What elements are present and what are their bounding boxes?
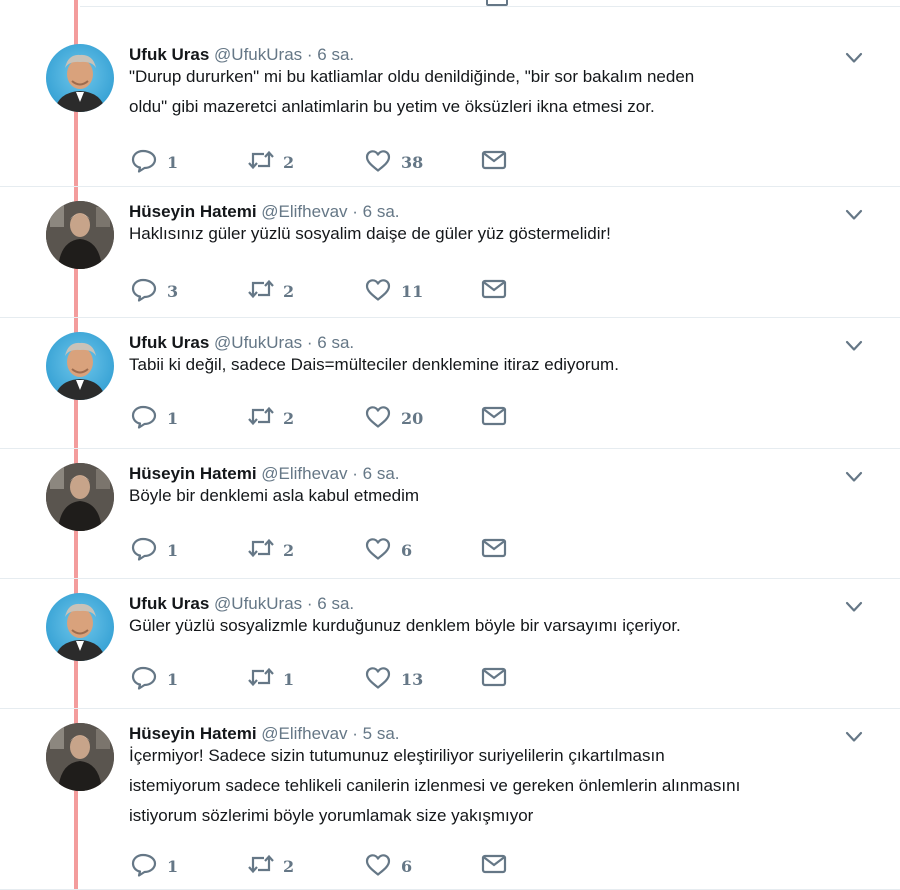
reply-count: 3 bbox=[167, 281, 179, 301]
tweet[interactable]: Ufuk Uras @UfukUras · 6 sa. "Durup durur… bbox=[0, 8, 900, 187]
tweet-actions: 1 2 6 bbox=[129, 853, 549, 879]
reply-icon bbox=[131, 666, 159, 692]
reply-icon bbox=[131, 405, 159, 431]
avatar[interactable] bbox=[46, 44, 114, 112]
avatar[interactable] bbox=[46, 332, 114, 400]
retweet-button[interactable]: 2 bbox=[247, 149, 294, 175]
tweet-text: Böyle bir denklemi asla kabul etmedim bbox=[129, 486, 420, 505]
direct-message-button[interactable] bbox=[481, 537, 509, 563]
heart-icon bbox=[365, 149, 393, 175]
like-button[interactable]: 13 bbox=[365, 666, 423, 692]
retweet-count: 2 bbox=[283, 856, 295, 876]
direct-message-button[interactable] bbox=[481, 405, 509, 431]
reply-count: 1 bbox=[167, 540, 179, 560]
reply-button[interactable]: 3 bbox=[131, 278, 178, 304]
retweet-icon bbox=[247, 537, 275, 563]
reply-count: 1 bbox=[167, 152, 179, 172]
heart-icon bbox=[365, 853, 393, 879]
tweet[interactable]: Hüseyin Hatemi @Elifhevav · 5 sa. İçermi… bbox=[0, 709, 900, 890]
avatar[interactable] bbox=[46, 723, 114, 791]
retweet-icon bbox=[247, 666, 275, 692]
like-button[interactable]: 38 bbox=[365, 149, 423, 175]
tweet-actions: 1 2 38 bbox=[129, 149, 549, 175]
reply-icon bbox=[131, 149, 159, 175]
retweet-icon bbox=[247, 853, 275, 879]
like-button[interactable]: 6 bbox=[365, 537, 412, 563]
tweet-actions: 1 1 13 bbox=[129, 666, 549, 692]
avatar[interactable] bbox=[46, 593, 114, 661]
heart-icon bbox=[365, 537, 393, 563]
like-button[interactable]: 11 bbox=[365, 278, 423, 304]
tweet-text: "Durup dururken" mi bu katliamlar oldu d… bbox=[129, 67, 695, 116]
avatar[interactable] bbox=[46, 201, 114, 269]
like-count: 11 bbox=[401, 281, 424, 301]
direct-message-button[interactable] bbox=[481, 149, 509, 175]
envelope-icon bbox=[481, 405, 509, 431]
retweet-button[interactable]: 1 bbox=[247, 666, 294, 692]
envelope-icon bbox=[481, 537, 509, 563]
retweet-count: 1 bbox=[283, 669, 295, 689]
retweet-icon bbox=[247, 278, 275, 304]
tweet[interactable]: Hüseyin Hatemi @Elifhevav · 6 sa. Haklıs… bbox=[0, 187, 900, 318]
like-button[interactable]: 6 bbox=[365, 853, 412, 879]
tweet[interactable]: Ufuk Uras @UfukUras · 6 sa. Tabii ki değ… bbox=[0, 318, 900, 449]
reply-icon bbox=[131, 278, 159, 304]
like-count: 13 bbox=[401, 669, 424, 689]
tweet-actions: 1 2 20 bbox=[129, 405, 549, 431]
heart-icon bbox=[365, 278, 393, 304]
envelope-icon bbox=[481, 278, 509, 304]
retweet-count: 2 bbox=[283, 408, 295, 428]
thread-line bbox=[74, 0, 78, 8]
avatar[interactable] bbox=[46, 463, 114, 531]
reply-icon bbox=[131, 853, 159, 879]
like-button[interactable]: 20 bbox=[365, 405, 423, 431]
envelope-icon bbox=[481, 666, 509, 692]
direct-message-button[interactable] bbox=[481, 853, 509, 879]
retweet-icon bbox=[247, 405, 275, 431]
tweet-text: İçermiyor! Sadece sizin tutumunuz eleşti… bbox=[129, 746, 741, 825]
divider bbox=[80, 6, 900, 7]
direct-message-button[interactable] bbox=[481, 666, 509, 692]
tweet[interactable]: Hüseyin Hatemi @Elifhevav · 6 sa. Böyle … bbox=[0, 449, 900, 579]
reply-count: 1 bbox=[167, 669, 179, 689]
retweet-count: 2 bbox=[283, 540, 295, 560]
retweet-icon bbox=[247, 149, 275, 175]
retweet-count: 2 bbox=[283, 281, 295, 301]
tweet[interactable]: Ufuk Uras @UfukUras · 6 sa. Güler yüzlü … bbox=[0, 579, 900, 709]
retweet-button[interactable]: 2 bbox=[247, 278, 294, 304]
previous-tweet-edge bbox=[0, 0, 900, 8]
retweet-count: 2 bbox=[283, 152, 295, 172]
retweet-button[interactable]: 2 bbox=[247, 537, 294, 563]
tweet-text: Tabii ki değil, sadece Dais=mülteciler d… bbox=[129, 355, 619, 374]
envelope-icon[interactable] bbox=[486, 0, 508, 6]
like-count: 6 bbox=[401, 856, 413, 876]
reply-button[interactable]: 1 bbox=[131, 666, 178, 692]
envelope-icon bbox=[481, 853, 509, 879]
like-count: 6 bbox=[401, 540, 413, 560]
tweet-text: Güler yüzlü sosyalizmle kurduğunuz denkl… bbox=[129, 616, 681, 635]
reply-button[interactable]: 1 bbox=[131, 149, 178, 175]
direct-message-button[interactable] bbox=[481, 278, 509, 304]
tweet-actions: 1 2 6 bbox=[129, 537, 549, 563]
like-count: 38 bbox=[401, 152, 424, 172]
reply-button[interactable]: 1 bbox=[131, 853, 178, 879]
reply-button[interactable]: 1 bbox=[131, 405, 178, 431]
reply-button[interactable]: 1 bbox=[131, 537, 178, 563]
retweet-button[interactable]: 2 bbox=[247, 853, 294, 879]
heart-icon bbox=[365, 405, 393, 431]
tweet-text: Haklısınız güler yüzlü sosyalim daişe de… bbox=[129, 224, 611, 243]
reply-count: 1 bbox=[167, 856, 179, 876]
envelope-icon bbox=[481, 149, 509, 175]
reply-count: 1 bbox=[167, 408, 179, 428]
tweet-actions: 3 2 11 bbox=[129, 278, 549, 304]
like-count: 20 bbox=[401, 408, 424, 428]
retweet-button[interactable]: 2 bbox=[247, 405, 294, 431]
heart-icon bbox=[365, 666, 393, 692]
reply-icon bbox=[131, 537, 159, 563]
